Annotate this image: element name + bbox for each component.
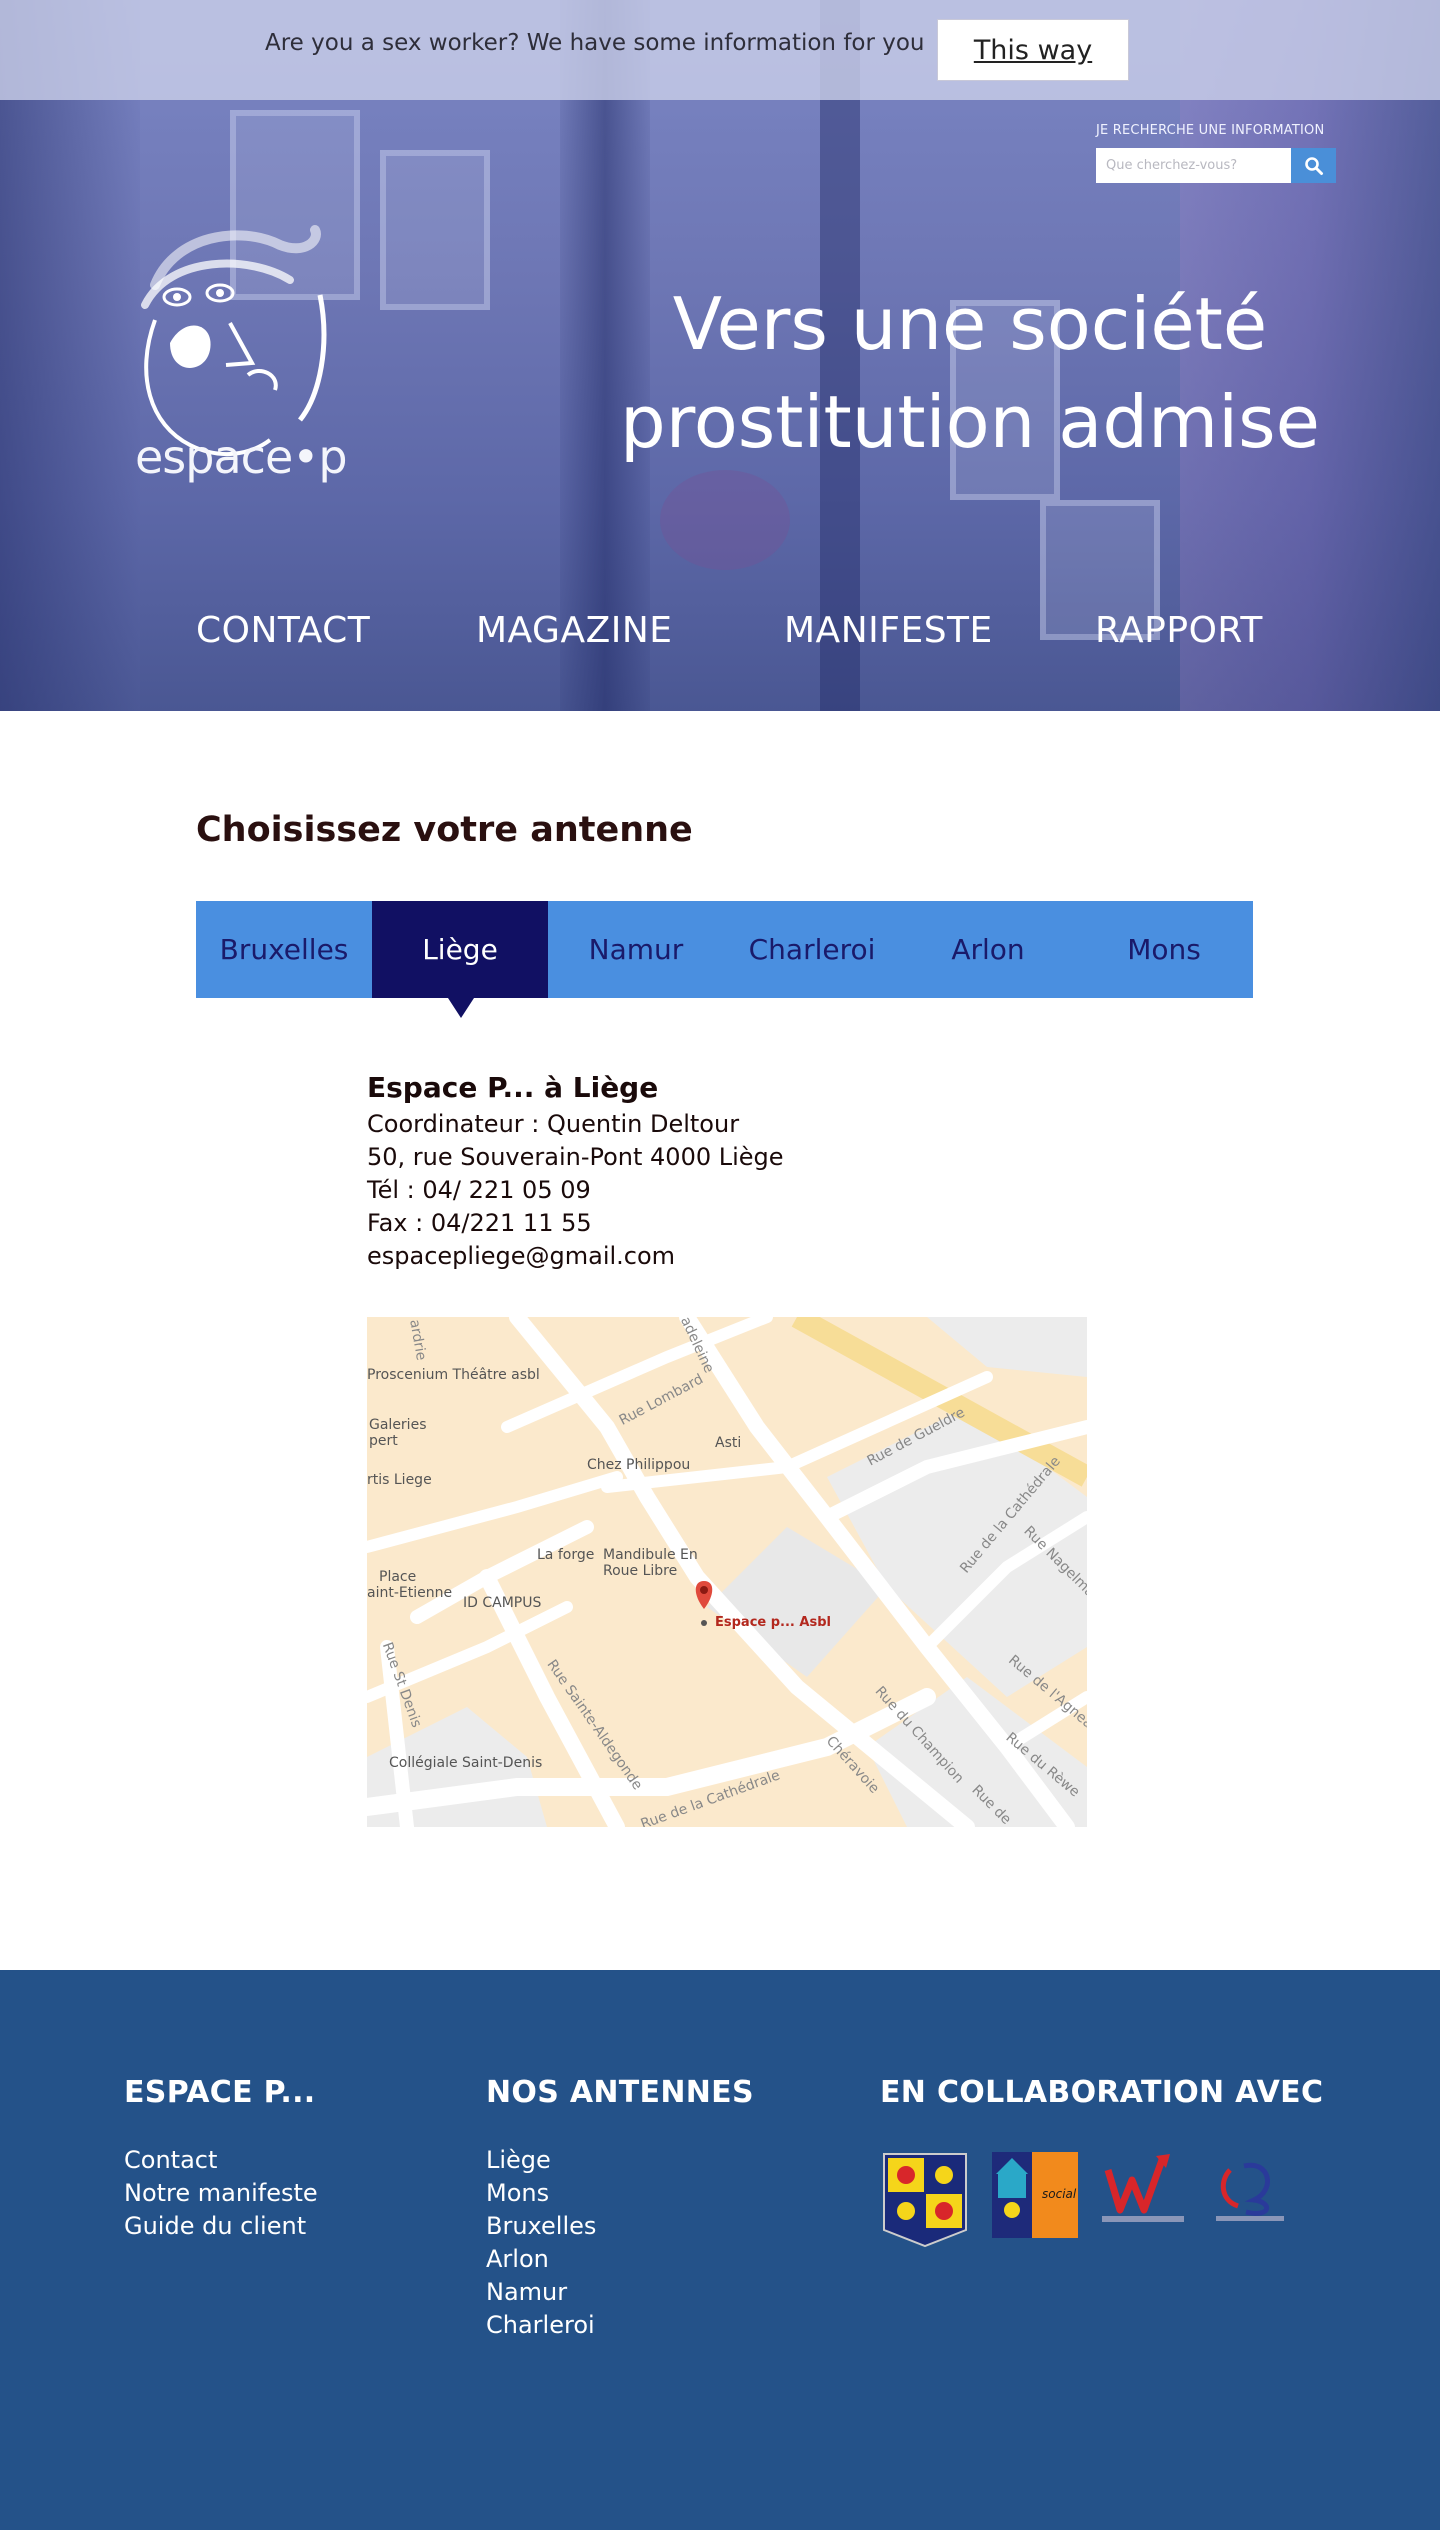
hero-background-curtain-tie [660, 470, 790, 570]
footer-link-mons[interactable]: Mons [486, 2177, 596, 2210]
notice-bar: Are you a sex worker? We have some infor… [0, 0, 1440, 100]
active-tab-pointer [448, 998, 474, 1018]
hero-title: Vers une société prostitution admise [610, 275, 1330, 471]
footer-links-antennes: Liège Mons Bruxelles Arlon Namur Charler… [486, 2144, 596, 2342]
footer-link-guide[interactable]: Guide du client [124, 2210, 318, 2243]
map-place-label: rtis Liege [367, 1472, 432, 1488]
main-nav: CONTACT MAGAZINE MANIFESTE RAPPORT [0, 610, 1440, 670]
map-marker-label: Espace p... Asbl [715, 1615, 831, 1630]
map-place-label: pert [369, 1433, 398, 1449]
map-place-label: La forge [537, 1547, 595, 1563]
map-place-label: ID CAMPUS [463, 1595, 542, 1611]
map-place-label: Mandibule En [603, 1547, 698, 1563]
federal-logo-icon[interactable] [1210, 2150, 1290, 2230]
office-address: 50, rue Souverain-Pont 4000 Liège [367, 1143, 784, 1171]
footer-heading-antennes: NOS ANTENNES [486, 2075, 754, 2110]
tab-namur[interactable]: Namur [548, 901, 724, 998]
antenne-tabs: Bruxelles Liège Namur Charleroi Arlon Mo… [196, 901, 1253, 998]
search-label: JE RECHERCHE UNE INFORMATION [1096, 123, 1325, 138]
hero-title-line1: Vers une société [672, 282, 1268, 366]
hero-background-curtain [0, 0, 140, 711]
footer-link-contact[interactable]: Contact [124, 2144, 318, 2177]
map-place-label: Roue Libre [603, 1563, 678, 1579]
wallonia-brussels-federation-logo-icon[interactable] [880, 2150, 970, 2250]
section-title: Choisissez votre antenne [196, 810, 693, 850]
nav-item-magazine[interactable]: MAGAZINE [476, 610, 673, 651]
tab-mons[interactable]: Mons [1076, 901, 1252, 998]
tab-liege[interactable]: Liège [372, 901, 548, 998]
hero-banner: Are you a sex worker? We have some infor… [0, 0, 1440, 711]
search-input[interactable] [1096, 148, 1291, 183]
hero-background-window [380, 150, 490, 310]
location-map[interactable]: Proscenium Théâtre asbl Galeries pert rt… [367, 1317, 1087, 1827]
office-email[interactable]: espacepliege@gmail.com [367, 1240, 784, 1273]
tab-bruxelles[interactable]: Bruxelles [196, 901, 372, 998]
map-place-label: aint-Etienne [367, 1585, 453, 1601]
map-place-label: Chez Philippou [587, 1457, 691, 1473]
footer-link-namur[interactable]: Namur [486, 2276, 596, 2309]
svg-text:social: social [1042, 2187, 1077, 2201]
hero-title-line2: prostitution admise [620, 380, 1320, 464]
office-coordinator: Coordinateur : Quentin Deltour [367, 1110, 740, 1138]
map-place-label: Asti [715, 1435, 742, 1451]
footer-link-liege[interactable]: Liège [486, 2144, 596, 2177]
wallonie-logo-icon[interactable] [1098, 2150, 1188, 2230]
footer [0, 1970, 1440, 2530]
footer-links-espace-p: Contact Notre manifeste Guide du client [124, 2144, 318, 2243]
map-place-label: Place [379, 1569, 417, 1585]
notice-text: Are you a sex worker? We have some infor… [265, 30, 925, 56]
map-place-label: Collégiale Saint-Denis [389, 1755, 543, 1771]
this-way-button[interactable]: This way [937, 19, 1129, 81]
nav-item-manifeste[interactable]: MANIFESTE [784, 610, 993, 651]
action-sociale-logo-icon[interactable]: social [990, 2150, 1080, 2240]
map-place-label: Proscenium Théâtre asbl [367, 1367, 540, 1383]
nav-item-contact[interactable]: CONTACT [196, 610, 370, 651]
footer-link-charleroi[interactable]: Charleroi [486, 2309, 596, 2342]
footer-link-bruxelles[interactable]: Bruxelles [486, 2210, 596, 2243]
footer-heading-espace-p: ESPACE P... [124, 2075, 316, 2110]
footer-heading-collaboration: EN COLLABORATION AVEC [880, 2075, 1324, 2110]
tab-arlon[interactable]: Arlon [900, 901, 1076, 998]
search-button[interactable] [1291, 148, 1336, 183]
search-icon [1304, 156, 1323, 175]
tab-charleroi[interactable]: Charleroi [724, 901, 900, 998]
office-phone: Tél : 04/ 221 05 09 [367, 1176, 591, 1204]
office-title: Espace P... à Liège [367, 1071, 659, 1104]
logo-wordmark[interactable]: espace•p [135, 430, 348, 484]
map-place-label: Galeries [369, 1417, 427, 1433]
map-streets [367, 1317, 1087, 1827]
nav-item-rapport[interactable]: RAPPORT [1095, 610, 1263, 651]
office-fax: Fax : 04/221 11 55 [367, 1209, 592, 1237]
office-info: Espace P... à Liège Coordinateur : Quent… [367, 1068, 784, 1273]
footer-link-manifeste[interactable]: Notre manifeste [124, 2177, 318, 2210]
footer-link-arlon[interactable]: Arlon [486, 2243, 596, 2276]
